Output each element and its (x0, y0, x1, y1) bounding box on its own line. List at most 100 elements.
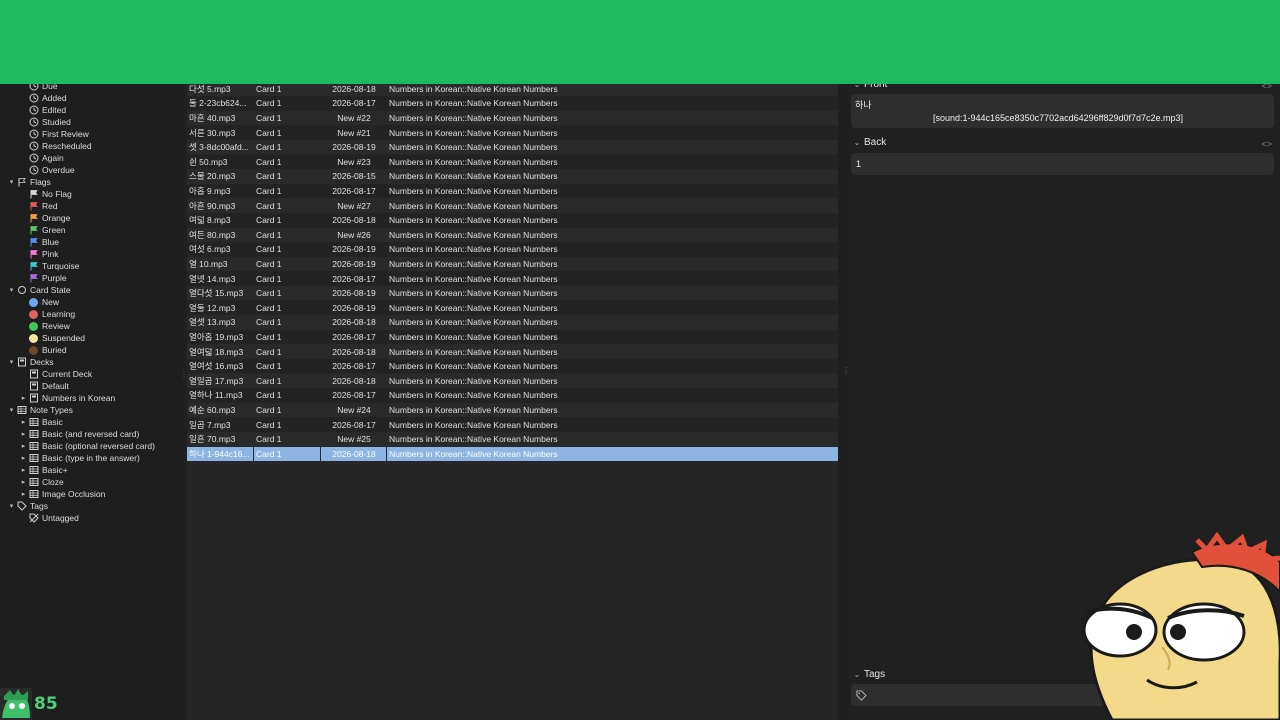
splitter-grip-icon[interactable]: ⋮ (842, 366, 850, 375)
tags-header[interactable]: ⌄ Tags (850, 669, 885, 680)
sidebar-item-review[interactable]: Review (19, 320, 70, 332)
sidebar-item-image-occlusion[interactable]: ▸ Image Occlusion (19, 488, 106, 500)
sidebar-item-decks[interactable]: ▾ Decks (7, 356, 54, 368)
field-front-input[interactable]: 하나 [sound:1-944c165ce8350c7702acd64296ff… (851, 94, 1274, 128)
table-row[interactable]: 열셋 13.mp3 Card 1 2026-08-18 Numbers in Kore… (187, 315, 838, 330)
field-back-input[interactable]: 1 (851, 153, 1274, 175)
field-header-back[interactable]: ⌄ Back (850, 137, 887, 148)
collapse-arrow-icon[interactable]: ▸ (19, 478, 28, 486)
table-row[interactable]: 여든 80.mp3 Card 1 New #26 Numbers in Korean:… (187, 227, 838, 243)
sidebar-item-blue[interactable]: Blue (19, 236, 59, 248)
table-row[interactable]: 여섯 6.mp3 Card 1 2026-08-19 Numbers in Korea… (187, 242, 838, 257)
sidebar-item-overdue[interactable]: Overdue (19, 164, 75, 176)
sidebar-item-purple[interactable]: Purple (19, 272, 67, 284)
sidebar-item-cloze[interactable]: ▸ Cloze (19, 476, 64, 488)
sidebar-item-buried[interactable]: Buried (19, 344, 67, 356)
sidebar-item-flags[interactable]: ▾ Flags (7, 176, 51, 188)
chevron-down-icon[interactable]: ⌄ (850, 138, 864, 147)
sidebar-item-numbers-in-korean[interactable]: ▸ Numbers in Korean (19, 392, 116, 404)
table-row[interactable]: 마흔 40.mp3 Card 1 New #22 Numbers in Korean:… (187, 110, 838, 126)
table-row[interactable]: 열 10.mp3 Card 1 2026-08-19 Numbers in Korea… (187, 256, 838, 272)
sidebar-item-pink[interactable]: Pink (19, 248, 59, 260)
sort-field-cell: 스물 20.mp3 (189, 171, 236, 182)
sidebar-item-current-deck[interactable]: Current Deck (19, 368, 92, 380)
sidebar-item-again[interactable]: Again (19, 152, 64, 164)
table-row[interactable]: 서른 30.mp3 Card 1 New #21 Numbers in Korean:… (187, 125, 838, 140)
sidebar-item-green[interactable]: Green (19, 224, 66, 236)
viewer-avatar (0, 688, 32, 720)
table-row[interactable]: 열아홉 19.mp3 Card 1 2026-08-17 Numbers in Kor… (187, 329, 838, 345)
front-text-line2: [sound:1-944c165ce8350c7702acd64296ff829… (933, 113, 1184, 123)
sidebar-item-new[interactable]: New (19, 296, 59, 308)
chevron-down-icon[interactable]: ⌄ (850, 670, 864, 679)
table-row[interactable]: 일흔 70.mp3 Card 1 New #25 Numbers in Korean:… (187, 431, 838, 447)
sidebar-item-label: Studied (42, 117, 71, 127)
sidebar-item-basic-type-in-the-answer[interactable]: ▸ Basic (type in the answer) (19, 452, 140, 464)
sidebar-item-added[interactable]: Added (19, 92, 67, 104)
collapse-arrow-icon[interactable]: ▸ (19, 454, 28, 462)
table-row[interactable]: 일곱 7.mp3 Card 1 2026-08-17 Numbers in Korea… (187, 417, 838, 432)
table-row[interactable]: 아홉 9.mp3 Card 1 2026-08-17 Numbers in Korea… (187, 183, 838, 199)
table-row[interactable]: 열하나 11.mp3 Card 1 2026-08-17 Numbers in Kor… (187, 388, 838, 403)
collapse-arrow-icon[interactable]: ▸ (19, 418, 28, 426)
sidebar-item-learning[interactable]: Learning (19, 308, 75, 320)
card-cell: Card 1 (256, 112, 282, 123)
collapse-arrow-icon[interactable]: ▸ (19, 430, 28, 438)
sidebar-item-no-flag[interactable]: No Flag (19, 188, 72, 200)
table-row[interactable]: 셋 3-8dc00afd... Card 1 2026-08-19 Numbers i… (187, 139, 838, 155)
collapse-arrow-icon[interactable]: ▸ (19, 394, 28, 402)
table-row[interactable]: 쉰 50.mp3 Card 1 New #23 Numbers in Korean::… (187, 154, 838, 170)
expand-arrow-icon[interactable]: ▾ (7, 502, 16, 510)
flag-icon (28, 273, 39, 284)
table-row[interactable]: 열일곱 17.mp3 Card 1 2026-08-18 Numbers in Kor… (187, 373, 838, 389)
collapse-arrow-icon[interactable]: ▸ (19, 490, 28, 498)
collapse-arrow-icon[interactable]: ▸ (19, 466, 28, 474)
sidebar-item-rescheduled[interactable]: Rescheduled (19, 140, 92, 152)
expand-arrow-icon[interactable]: ▾ (7, 178, 16, 186)
sidebar-item-red[interactable]: Red (19, 200, 58, 212)
editor-splitter[interactable] (838, 78, 850, 720)
sidebar-item-tags[interactable]: ▾ Tags (7, 500, 48, 512)
table-row[interactable]: 열여덟 18.mp3 Card 1 2026-08-18 Numbers in Kor… (187, 344, 838, 359)
sidebar-item-note-types[interactable]: ▾ Note Types (7, 404, 73, 416)
expand-arrow-icon[interactable]: ▾ (7, 406, 16, 414)
expand-arrow-icon[interactable]: ▾ (7, 358, 16, 366)
sidebar-item-orange[interactable]: Orange (19, 212, 70, 224)
table-row[interactable]: 여덟 8.mp3 Card 1 2026-08-18 Numbers in Korea… (187, 212, 838, 228)
table-row[interactable]: 하나 1-944c16... Card 1 2026-08-18 Numbers in… (187, 446, 838, 462)
sidebar-item-suspended[interactable]: Suspended (19, 332, 85, 344)
table-row[interactable]: 예순 60.mp3 Card 1 New #24 Numbers in Korean:… (187, 402, 838, 418)
sidebar-item-turquoise[interactable]: Turquoise (19, 260, 79, 272)
table-row[interactable]: 둘 2-23cb624... Card 1 2026-08-17 Numbers in… (187, 96, 838, 111)
sidebar-item-untagged[interactable]: Untagged (19, 512, 79, 524)
deck-cell: Numbers in Korean::Native Korean Numbers (389, 258, 558, 269)
sidebar-item-basic-and-reversed-card[interactable]: ▸ Basic (and reversed card) (19, 428, 140, 440)
due-cell: 2026-08-19 (332, 258, 376, 269)
due-cell: 2026-08-19 (332, 302, 376, 313)
sidebar-item-basic[interactable]: ▸ Basic+ (19, 464, 68, 476)
sidebar-resizer[interactable]: ⋮ (180, 370, 188, 380)
deck-cell: Numbers in Korean::Native Korean Numbers (389, 404, 558, 415)
due-cell: New #24 (337, 404, 371, 415)
sidebar-item-studied[interactable]: Studied (19, 116, 71, 128)
table-row[interactable]: 열여섯 16.mp3 Card 1 2026-08-17 Numbers in Kor… (187, 358, 838, 374)
sidebar-item-edited[interactable]: Edited (19, 104, 66, 116)
table-row[interactable]: 열둘 12.mp3 Card 1 2026-08-19 Numbers in Kore… (187, 300, 838, 316)
sidebar-item-card-state[interactable]: ▾ Card State (7, 284, 71, 296)
table-row[interactable]: 아흔 90.mp3 Card 1 New #27 Numbers in Korean:… (187, 198, 838, 213)
card-cell: Card 1 (256, 229, 282, 240)
sidebar-item-first-review[interactable]: First Review (19, 128, 89, 140)
due-cell: 2026-08-18 (332, 215, 376, 226)
table-row[interactable]: 열넷 14.mp3 Card 1 2026-08-17 Numbers in Kore… (187, 271, 838, 286)
sidebar-item-basic-optional-reversed-card[interactable]: ▸ Basic (optional reversed card) (19, 440, 155, 452)
table-row[interactable]: 열다섯 15.mp3 Card 1 2026-08-19 Numbers in Kor… (187, 285, 838, 301)
due-cell: New #27 (337, 200, 371, 211)
expand-arrow-icon[interactable]: ▾ (7, 286, 16, 294)
sidebar-item-basic[interactable]: ▸ Basic (19, 416, 63, 428)
collapse-arrow-icon[interactable]: ▸ (19, 442, 28, 450)
table-row[interactable]: 스물 20.mp3 Card 1 2026-08-15 Numbers in Kore… (187, 169, 838, 184)
sidebar-item-label: Pink (42, 249, 59, 259)
browser-sidebar: Due Added Edited Studied First Review Resched… (0, 78, 183, 720)
sidebar-item-default[interactable]: Default (19, 380, 69, 392)
html-toggle-icon[interactable]: <> (1261, 139, 1272, 149)
